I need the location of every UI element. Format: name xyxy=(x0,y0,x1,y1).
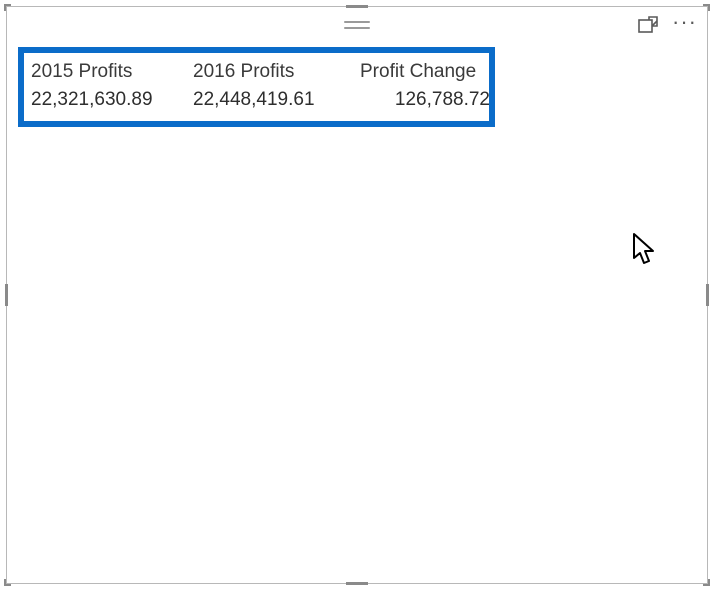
column-header[interactable]: 2015 Profits xyxy=(31,59,191,85)
cell-2016: 22,448,419.61 xyxy=(193,87,358,113)
resize-handle[interactable] xyxy=(4,4,6,11)
visual-header: ··· xyxy=(7,7,707,43)
resize-handle[interactable] xyxy=(346,582,368,585)
resize-handle[interactable] xyxy=(708,579,710,586)
visual-canvas[interactable]: ··· 2015 Profits 2016 Profits Profit Cha… xyxy=(6,6,708,584)
cursor-icon xyxy=(632,232,658,273)
table-row[interactable]: 22,321,630.89 22,448,419.61 126,788.72 xyxy=(31,87,490,113)
drag-grip-icon[interactable] xyxy=(344,21,370,29)
resize-handle[interactable] xyxy=(706,284,709,306)
resize-handle[interactable] xyxy=(5,284,8,306)
focus-mode-icon[interactable] xyxy=(638,15,658,35)
resize-handle[interactable] xyxy=(4,579,6,586)
resize-handle[interactable] xyxy=(708,4,710,11)
profit-table: 2015 Profits 2016 Profits Profit Change … xyxy=(29,57,492,115)
more-options-icon[interactable]: ··· xyxy=(672,17,697,33)
column-header[interactable]: 2016 Profits xyxy=(193,59,358,85)
table-header-row: 2015 Profits 2016 Profits Profit Change xyxy=(31,59,490,85)
cell-2015: 22,321,630.89 xyxy=(31,87,191,113)
column-header[interactable]: Profit Change xyxy=(360,59,490,85)
cell-change: 126,788.72 xyxy=(360,87,490,113)
